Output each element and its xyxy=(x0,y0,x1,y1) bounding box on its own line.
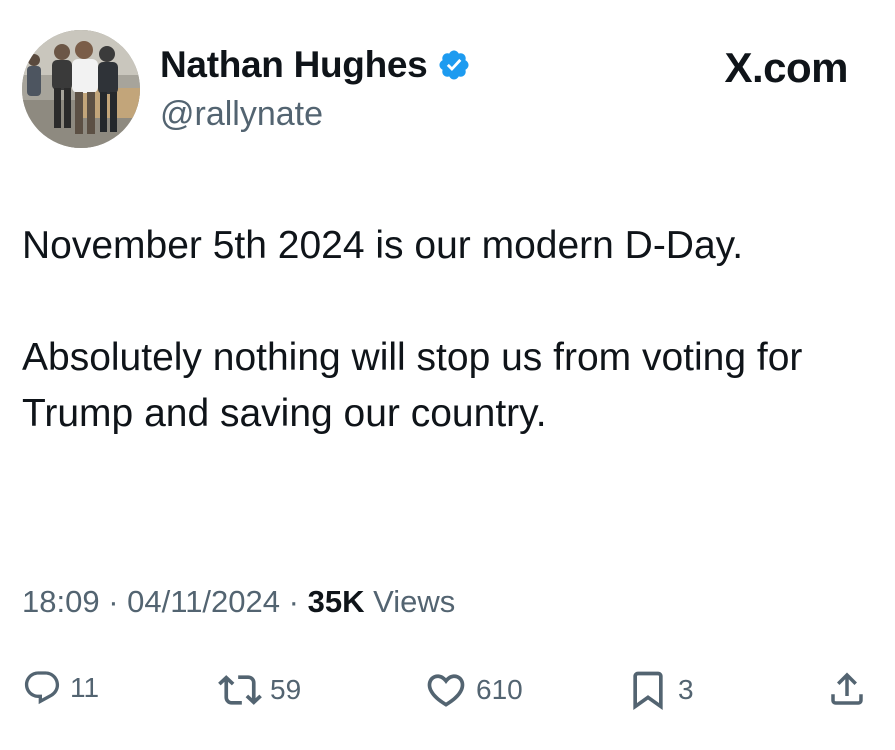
repost-button[interactable]: 59 xyxy=(218,668,301,712)
author-handle[interactable]: @rallynate xyxy=(160,95,323,134)
heart-icon xyxy=(427,674,465,707)
bookmark-count: 3 xyxy=(678,674,694,705)
tweet-time[interactable]: 18:09 xyxy=(22,584,100,619)
meta-separator: · xyxy=(288,584,299,619)
tweet-text: November 5th 2024 is our modern D-Day. A… xyxy=(22,218,882,442)
profile-photo xyxy=(22,30,140,148)
tweet-paragraph: November 5th 2024 is our modern D-Day. xyxy=(22,224,744,267)
reply-count: 11 xyxy=(70,672,100,703)
author-display-name[interactable]: Nathan Hughes xyxy=(160,44,428,86)
meta-separator: · xyxy=(108,584,119,619)
like-count: 610 xyxy=(476,674,523,705)
action-bar: 11 59 610 3 xyxy=(22,668,872,722)
tweet-meta: 18:09 · 04/11/2024 · 35K Views xyxy=(22,584,455,620)
views-count: 35K xyxy=(307,584,365,619)
share-button[interactable] xyxy=(826,668,868,710)
bookmark-button[interactable]: 3 xyxy=(626,668,694,712)
tweet-paragraph: Absolutely nothing will stop us from vot… xyxy=(22,336,803,435)
bookmark-icon xyxy=(633,671,663,711)
views-label: Views xyxy=(373,584,456,619)
author-name-row: Nathan Hughes xyxy=(160,44,471,86)
like-button[interactable]: 610 xyxy=(424,668,523,712)
avatar[interactable] xyxy=(22,30,140,148)
tweet-date[interactable]: 04/11/2024 xyxy=(127,584,280,619)
repost-icon xyxy=(218,675,262,705)
verified-badge-icon xyxy=(439,50,469,80)
reply-button[interactable]: 11 xyxy=(22,668,99,708)
reply-icon xyxy=(24,671,60,705)
repost-count: 59 xyxy=(270,674,302,705)
share-icon xyxy=(831,672,863,705)
brand-label: X.com xyxy=(724,44,848,91)
